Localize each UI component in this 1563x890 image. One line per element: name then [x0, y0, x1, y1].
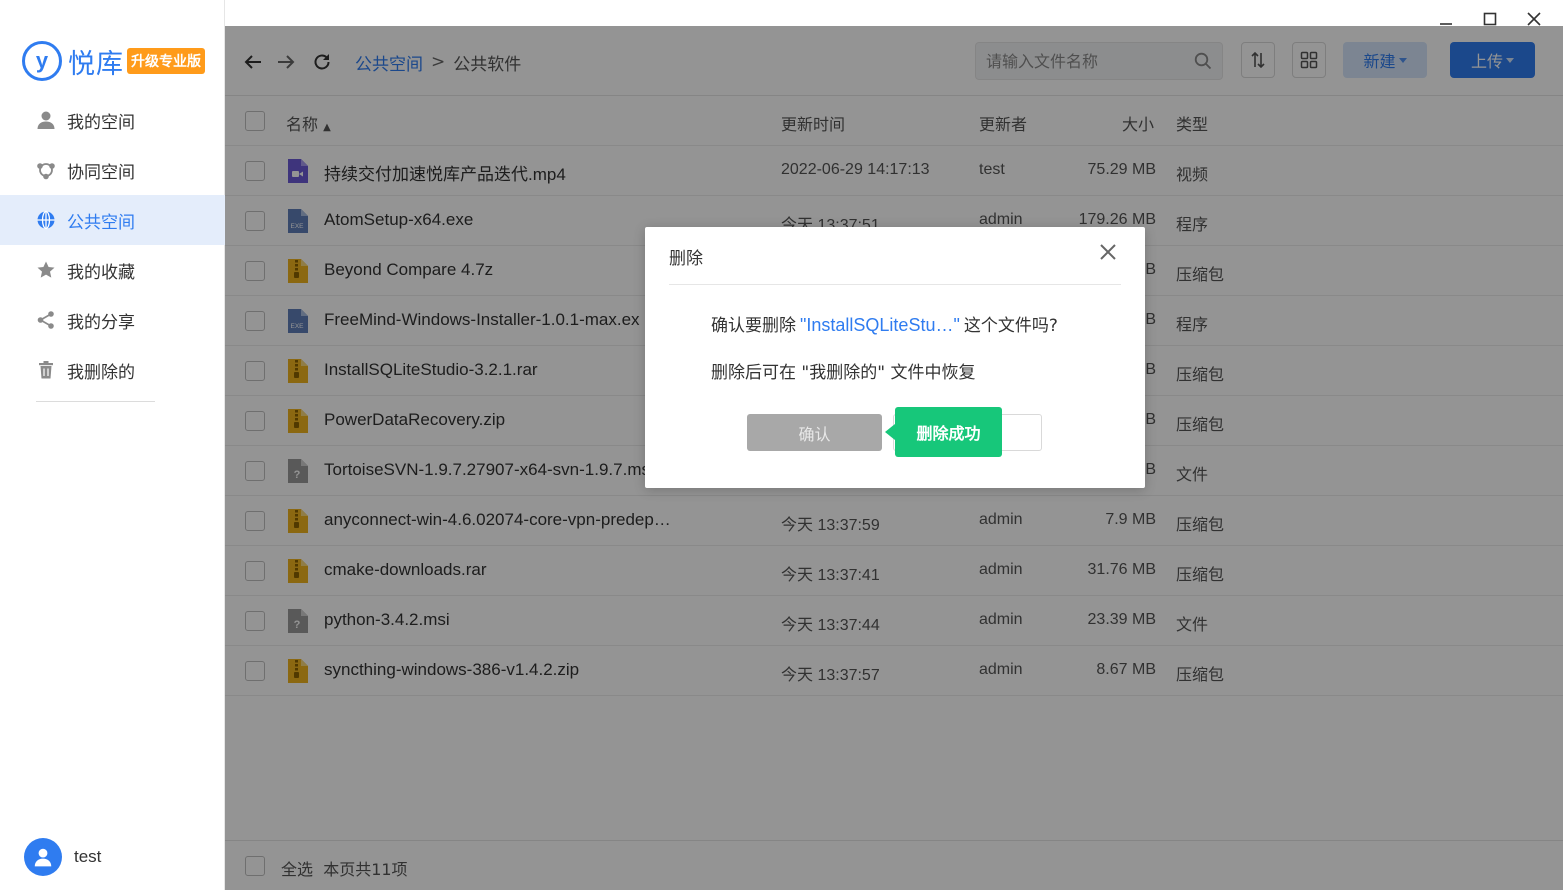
sidebar-item-label: 我的收藏: [67, 262, 135, 283]
dialog-note: 删除后可在 "我删除的" 文件中恢复: [711, 363, 976, 383]
user-profile[interactable]: test: [24, 838, 101, 876]
trash-icon: [36, 360, 56, 380]
avatar[interactable]: [24, 838, 62, 876]
logo-mark: y: [22, 41, 62, 81]
sidebar-item-label: 我删除的: [67, 362, 135, 383]
success-toast: 删除成功: [885, 407, 1002, 457]
logo-text: 悦库: [68, 48, 124, 80]
dialog-message: 确认要删除 "InstallSQLiteStu…" 这个文件吗?: [711, 311, 1058, 336]
share-icon: [36, 310, 56, 330]
dialog-title: 删除: [669, 249, 703, 269]
sidebar-item-label: 我的分享: [67, 312, 135, 333]
sidebar-item-my-space[interactable]: 我的空间: [0, 95, 225, 145]
sidebar-item-public-space[interactable]: 公共空间: [0, 195, 225, 245]
dialog-message-suffix: 这个文件吗?: [963, 316, 1058, 336]
sidebar-item-label: 公共空间: [67, 212, 135, 233]
user-name: test: [74, 847, 102, 866]
sidebar: y 悦库 升级专业版 我的空间 协同空间 公共空间 我的收藏 我的分享 我删除的…: [0, 0, 225, 890]
sidebar-item-label: 我的空间: [67, 112, 135, 133]
dialog-divider: [669, 284, 1121, 285]
sidebar-item-deleted[interactable]: 我删除的: [0, 345, 225, 395]
dialog-message-prefix: 确认要删除: [711, 316, 796, 336]
sidebar-nav: 我的空间 协同空间 公共空间 我的收藏 我的分享 我删除的: [0, 95, 225, 395]
dialog-file-name: "InstallSQLiteStu…": [800, 315, 960, 335]
user-icon: [36, 110, 56, 130]
sidebar-divider: [36, 401, 155, 402]
sidebar-item-collab-space[interactable]: 协同空间: [0, 145, 225, 195]
confirm-button[interactable]: 确认: [747, 414, 882, 451]
star-icon: [36, 260, 56, 280]
collaborate-icon: [36, 160, 56, 180]
upgrade-badge[interactable]: 升级专业版: [127, 48, 205, 74]
close-icon[interactable]: [1097, 241, 1119, 263]
sidebar-item-label: 协同空间: [67, 162, 135, 183]
app-logo[interactable]: y 悦库 升级专业版: [22, 40, 205, 82]
globe-icon: [36, 210, 56, 230]
sidebar-item-shares[interactable]: 我的分享: [0, 295, 225, 345]
sidebar-item-favorites[interactable]: 我的收藏: [0, 245, 225, 295]
